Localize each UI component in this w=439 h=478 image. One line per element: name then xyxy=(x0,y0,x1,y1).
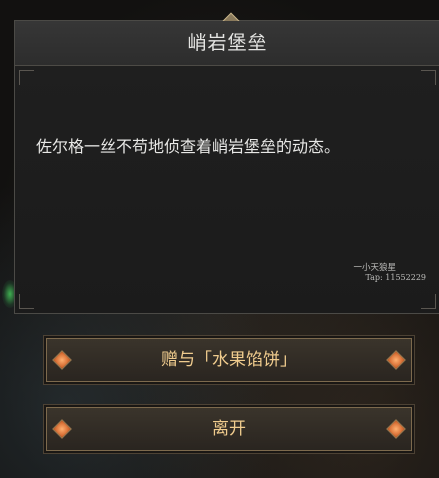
gift-fruit-pie-button[interactable]: 赠与「水果馅饼」 xyxy=(46,338,412,382)
corner-ornament-icon xyxy=(19,70,34,85)
event-dialog: 峭岩堡垒 佐尔格一丝不苟地侦查着峭岩堡垒的动态。 一小天狼星 Tap: 1155… xyxy=(14,12,439,314)
watermark-name: 一小天狼星 xyxy=(353,263,396,273)
dialog-title: 峭岩堡垒 xyxy=(15,21,439,66)
diamond-gem-icon xyxy=(386,350,406,370)
corner-ornament-icon xyxy=(421,294,436,309)
dialog-message: 佐尔格一丝不苟地侦查着峭岩堡垒的动态。 xyxy=(36,137,341,156)
corner-ornament-icon xyxy=(19,294,34,309)
option-label: 离开 xyxy=(212,419,246,439)
leave-button[interactable]: 离开 xyxy=(46,407,412,451)
watermark-tap-id: Tap: 11552229 xyxy=(365,273,426,282)
option-label: 赠与「水果馅饼」 xyxy=(161,350,297,370)
corner-ornament-icon xyxy=(421,70,436,85)
diamond-gem-icon xyxy=(52,350,72,370)
diamond-gem-icon xyxy=(52,419,72,439)
diamond-gem-icon xyxy=(386,419,406,439)
